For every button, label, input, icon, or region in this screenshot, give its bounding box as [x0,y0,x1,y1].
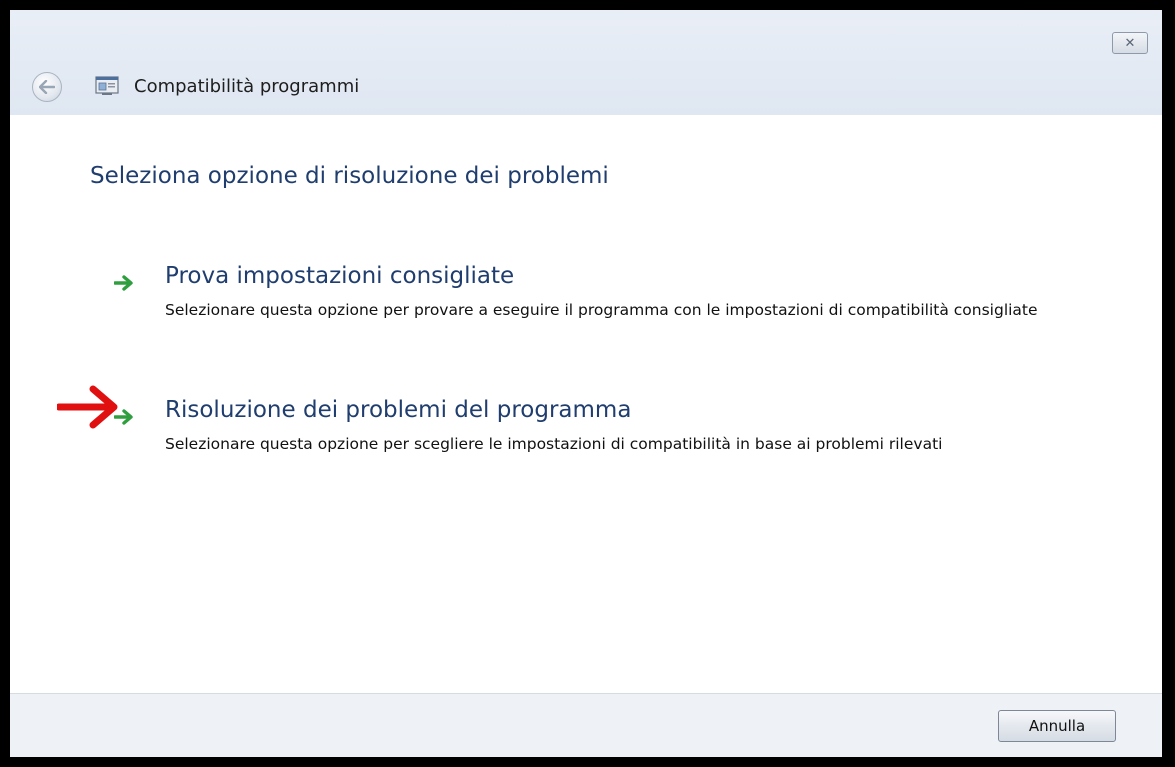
option-title[interactable]: Risoluzione dei problemi del programma [165,397,631,423]
option-description: Selezionare questa opzione per provare a… [165,301,1038,319]
page-heading: Seleziona opzione di risoluzione dei pro… [90,163,609,189]
back-arrow-icon [39,80,55,94]
option-title[interactable]: Prova impostazioni consigliate [165,263,514,289]
option-description: Selezionare questa opzione per scegliere… [165,435,943,453]
back-button[interactable] [32,72,62,102]
program-compatibility-icon [95,76,119,95]
cancel-button[interactable]: Annulla [998,710,1116,742]
title-bar: ✕ Compatibilità programmi [10,10,1162,115]
green-arrow-icon [114,275,133,291]
red-annotation-arrow-icon [57,385,118,429]
close-icon: ✕ [1124,35,1136,51]
window-title: Compatibilità programmi [134,76,360,97]
close-button[interactable]: ✕ [1112,32,1148,54]
content-area: Seleziona opzione di risoluzione dei pro… [10,115,1162,693]
dialog-window: ✕ Compatibilità programmi Seleziona opzi… [10,10,1162,757]
dialog-footer: Annulla [10,693,1162,757]
